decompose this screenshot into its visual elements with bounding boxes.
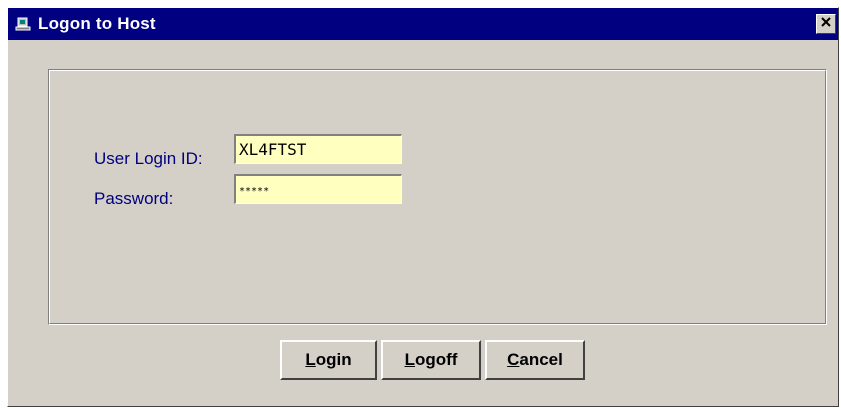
title-bar[interactable]: Logon to Host (8, 8, 838, 40)
user-login-id-label: User Login ID: (94, 149, 203, 168)
password-label: Password: (94, 189, 174, 208)
password-field[interactable] (234, 174, 402, 204)
logoff-button[interactable]: Logoff (381, 340, 481, 380)
window-title: Logon to Host (38, 14, 156, 33)
close-icon (820, 15, 832, 33)
logon-dialog: Logon to Host User Login ID: Password: L… (7, 7, 839, 407)
user-login-id-field[interactable] (234, 134, 402, 164)
cancel-button[interactable]: Cancel (485, 340, 585, 380)
close-button[interactable] (816, 14, 836, 34)
logon-app-icon (14, 15, 32, 33)
login-button[interactable]: Login (280, 340, 377, 380)
